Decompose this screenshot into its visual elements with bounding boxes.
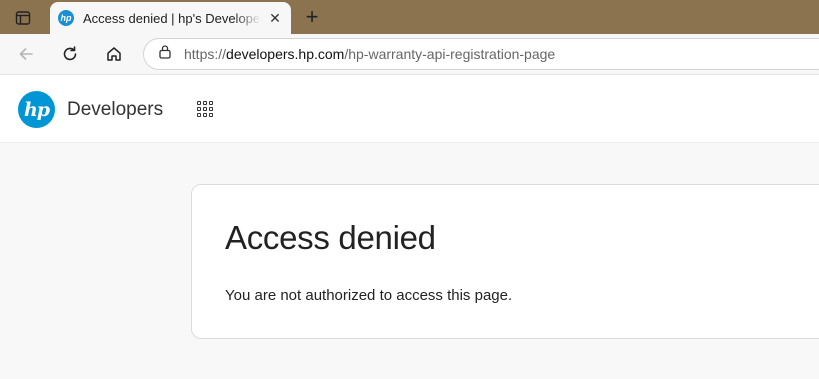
new-tab-button[interactable]: + [300, 4, 324, 29]
tab-actions-icon[interactable] [8, 6, 38, 30]
error-card: Access denied You are not authorized to … [191, 184, 819, 339]
tab-strip: hp Access denied | hp's Developer Portal… [0, 0, 819, 34]
url-scheme: https:// [184, 46, 227, 62]
brand-name[interactable]: Developers [67, 99, 163, 121]
refresh-icon[interactable] [56, 40, 84, 68]
address-bar[interactable]: https://developers.hp.com/hp-warranty-ap… [143, 38, 819, 70]
home-icon[interactable] [100, 40, 128, 68]
lock-icon[interactable] [158, 44, 172, 64]
url-host: developers.hp.com [226, 46, 345, 62]
browser-toolbar: https://developers.hp.com/hp-warranty-ap… [0, 34, 819, 74]
hp-favicon-icon: hp [58, 10, 74, 26]
url-text[interactable]: https://developers.hp.com/hp-warranty-ap… [184, 46, 555, 62]
back-arrow-icon[interactable] [12, 40, 40, 68]
hp-logo[interactable]: hp [18, 91, 55, 128]
url-path: /hp-warranty-api-registration-page [344, 46, 556, 62]
active-tab[interactable]: hp Access denied | hp's Developer Portal… [50, 2, 291, 34]
apps-grid-icon[interactable] [197, 101, 217, 121]
site-header: hp Developers [0, 75, 819, 143]
page-title: Access denied [225, 219, 436, 256]
tab-title: Access denied | hp's Developer Portal [83, 10, 261, 26]
tab-close-icon[interactable]: ✕ [267, 10, 283, 27]
page-content: hp Developers Access denied You are not … [0, 74, 819, 379]
error-message: You are not authorized to access this pa… [225, 287, 513, 304]
